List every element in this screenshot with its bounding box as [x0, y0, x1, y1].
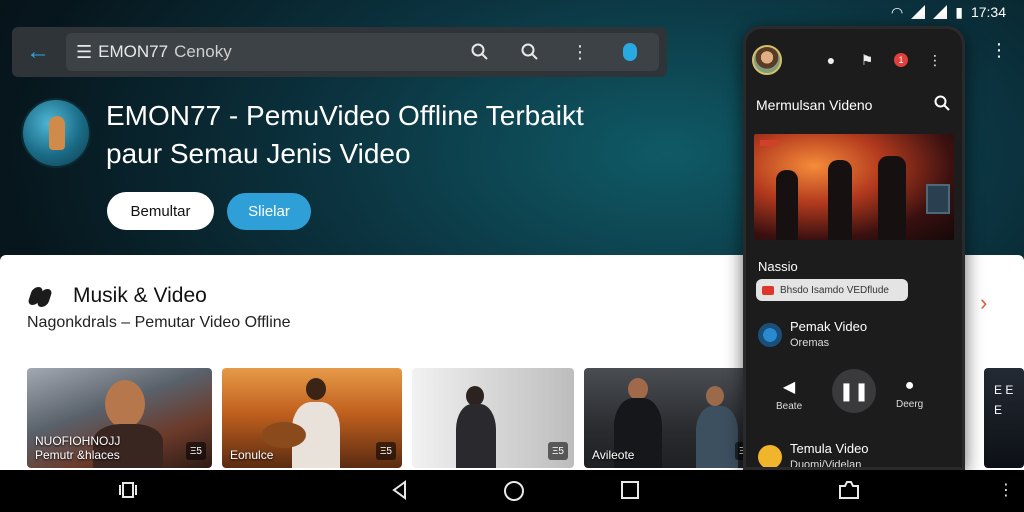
list-item[interactable]: Temula Video Duomi/Videlan: [758, 441, 958, 470]
flag-icon[interactable]: ⚑: [858, 51, 876, 69]
page-title-line2: paur Semau Jenis Video: [106, 138, 411, 169]
control-left[interactable]: ◀ Beate: [776, 377, 802, 412]
more-icon[interactable]: ⋮: [998, 480, 1014, 502]
primary-button[interactable]: Bemultar: [107, 192, 214, 230]
control-right[interactable]: ● Deerg: [896, 377, 923, 410]
pause-button[interactable]: ❚❚: [832, 369, 876, 413]
record-icon[interactable]: ●: [822, 51, 840, 69]
list-item-title: Pemak Video: [790, 319, 868, 334]
video-icon: [758, 323, 782, 347]
source-chip[interactable]: Bhsdo Isamdo VEDflude: [756, 279, 908, 301]
phone-screen-title: Mermulsan Videno: [756, 97, 873, 113]
search-text: EMON77: [98, 42, 169, 61]
search-icon[interactable]: [934, 95, 950, 115]
overview-icon[interactable]: [620, 480, 640, 505]
screenshot-icon[interactable]: [838, 480, 860, 505]
more-vert-icon[interactable]: ⋮: [990, 40, 1008, 61]
playback-controls: ◀ Beate ❚❚ ● Deerg: [746, 365, 962, 425]
search-icon[interactable]: [517, 39, 543, 65]
list-item[interactable]: Pemak Video Oremas: [758, 319, 958, 351]
page-title-line1: EMON77 - PemuVideo Offline Terbaikt: [106, 100, 584, 131]
search-query: Cenoky: [174, 42, 232, 61]
thumbnail-row: NUOFIOHNOJJ Pemutr &hlaces Ξ5 Eonulce Ξ5…: [27, 368, 817, 468]
thumbnail-badge: Ξ5: [375, 442, 396, 460]
video-thumbnail[interactable]: Ξ5: [412, 368, 574, 468]
recents-icon[interactable]: [118, 480, 138, 505]
secondary-button[interactable]: Slielar: [227, 193, 311, 230]
battery-icon: ▮: [955, 3, 963, 20]
chip-text: Bhsdo Isamdo VEDflude: [780, 284, 889, 296]
list-item-subtitle: Oremas: [790, 337, 830, 349]
video-player[interactable]: [754, 134, 954, 240]
signal-icon: [933, 5, 948, 19]
chevron-right-icon[interactable]: ›: [980, 290, 987, 316]
mic-icon[interactable]: [617, 39, 643, 65]
more-vert-icon[interactable]: ⋮: [926, 51, 944, 69]
phone-mockup: ● ⚑ 1 ⋮ Mermulsan Videno Nassio Bhsdo Is…: [743, 26, 965, 470]
video-thumbnail[interactable]: E E E: [984, 368, 1024, 468]
status-time: 17:34: [970, 4, 1006, 20]
section-title: Musik & Video: [73, 284, 207, 307]
home-icon[interactable]: [503, 480, 525, 507]
more-vert-icon[interactable]: ⋮: [567, 39, 593, 65]
phone-header: ● ⚑ 1 ⋮: [752, 43, 958, 77]
menu-icon[interactable]: ☰: [76, 42, 92, 63]
video-label: Nassio: [758, 259, 798, 274]
section-subtitle: Nagonkdrals – Pemutar Video Offline: [27, 314, 291, 331]
channel-avatar[interactable]: [21, 98, 91, 168]
wifi-icon: ◠: [891, 3, 904, 20]
thumbnail-caption: Eonulce: [230, 448, 274, 462]
back-arrow-icon[interactable]: ←: [20, 34, 56, 70]
thumbnail-caption: NUOFIOHNOJJ Pemutr &hlaces: [35, 434, 121, 462]
thumbnail-badge: Ξ5: [547, 442, 568, 460]
thumbnail-caption: Avileote: [592, 448, 635, 462]
avatar[interactable]: [752, 45, 782, 75]
forward-icon: ●: [904, 377, 915, 394]
rewind-icon: ◀: [782, 379, 796, 396]
search-input[interactable]: ☰ EMON77 Cenoky ⋮: [66, 33, 659, 71]
list-item-subtitle: Duomi/Videlan: [790, 459, 862, 470]
search-icon[interactable]: [467, 39, 493, 65]
search-toolbar: ← ☰ EMON77 Cenoky ⋮: [12, 27, 667, 77]
app-logo-icon: [27, 285, 53, 307]
list-item-title: Temula Video: [790, 441, 869, 456]
notification-icon[interactable]: 1: [894, 53, 908, 67]
video-thumbnail[interactable]: Avileote Ξ5: [584, 368, 761, 468]
status-bar: ◠ ▮ 17:34: [824, 0, 1024, 24]
page-title: EMON77 - PemuVideo Offline Terbaikt paur…: [106, 97, 626, 173]
video-thumbnail[interactable]: Eonulce Ξ5: [222, 368, 402, 468]
video-thumbnail[interactable]: NUOFIOHNOJJ Pemutr &hlaces Ξ5: [27, 368, 212, 468]
video-icon: [758, 445, 782, 467]
system-navigation-bar: ⋮: [0, 470, 1024, 512]
thumbnail-badge: Ξ5: [185, 442, 206, 460]
back-icon[interactable]: [390, 480, 410, 505]
youtube-icon: [762, 285, 774, 295]
signal-icon: [911, 5, 926, 19]
